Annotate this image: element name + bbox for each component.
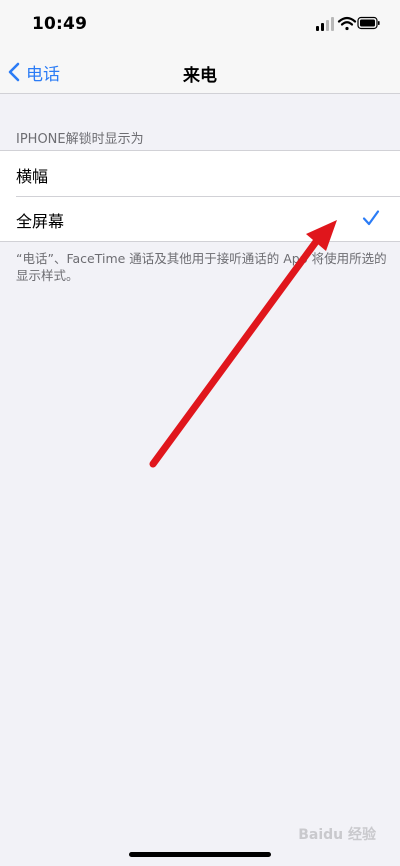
cellular-signal-icon [316,17,334,31]
option-full-screen[interactable]: 全屏幕 [0,196,400,241]
wifi-icon [337,16,357,31]
status-bar: 10:49 [0,0,400,50]
nav-bar: 电话 来电 [0,50,400,94]
section-header: IPHONE解锁时显示为 [16,132,144,147]
option-banner[interactable]: 横幅 [0,151,400,196]
status-icons [316,16,380,31]
checkmark-icon [362,210,380,226]
status-time: 10:49 [32,14,88,34]
page-title: 来电 [183,66,217,86]
battery-icon [357,16,380,30]
watermark: Baidu 经验 [298,827,376,843]
option-group: 横幅 全屏幕 [0,150,400,242]
option-label: 横幅 [16,167,49,186]
option-label: 全屏幕 [16,212,65,231]
footer-note: “电话”、FaceTime 通话及其他用于接听通话的 App 将使用所选的显示样… [16,251,387,283]
home-indicator[interactable] [129,852,271,857]
